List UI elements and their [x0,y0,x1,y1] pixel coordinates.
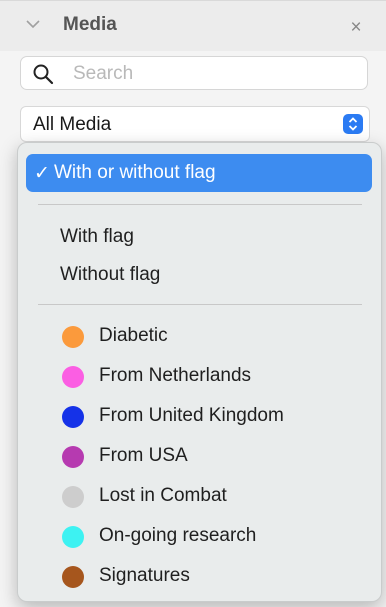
tag-color-dot [62,486,84,508]
menu-item-tag-from-usa[interactable]: From USA [26,437,372,475]
tag-color-dot [62,406,84,428]
search-input[interactable] [71,61,355,87]
panel-title: Media [63,14,117,35]
menu-item-tag-from-netherlands[interactable]: From Netherlands [26,357,372,395]
menu-item-with-or-without-flag[interactable]: ✓ With or without flag [26,154,372,192]
menu-item-label: On-going research [99,525,257,546]
tag-color-dot [62,526,84,548]
menu-item-tag-diabetic[interactable]: Diabetic [26,317,372,355]
menu-item-label: Without flag [60,264,161,285]
menu-item-without-flag[interactable]: Without flag [26,256,372,294]
menu-item-tag-on-going-research[interactable]: On-going research [26,517,372,555]
menu-item-label: With flag [60,226,134,247]
search-icon [33,64,54,85]
menu-item-label: From Netherlands [99,365,252,386]
filter-dropdown-menu: ✓ With or without flag With flag Without… [17,142,382,602]
tag-color-dot [62,446,84,468]
tag-color-dot [62,566,84,588]
menu-item-with-flag[interactable]: With flag [26,218,372,256]
menu-item-tag-signatures[interactable]: Signatures [26,557,372,595]
close-icon[interactable]: × [345,17,367,39]
search-box[interactable] [20,56,368,90]
menu-item-tag-lost-in-combat[interactable]: Lost in Combat [26,477,372,515]
menu-item-label: Lost in Combat [99,485,227,506]
chevron-down-icon[interactable] [24,15,42,33]
menu-separator [38,204,362,205]
panel-header: Media × [0,0,386,51]
menu-separator [38,304,362,305]
menu-item-tag-from-united-kingdom[interactable]: From United Kingdom [26,397,372,435]
menu-item-label: From United Kingdom [99,405,284,426]
tag-color-dot [62,366,84,388]
menu-item-label: Signatures [99,565,190,586]
media-filter-select[interactable]: All Media [20,106,370,142]
tag-color-dot [62,326,84,348]
checkmark-icon: ✓ [34,163,50,184]
select-arrow-icon [343,114,363,134]
menu-item-label: From USA [99,445,188,466]
menu-item-label: Diabetic [99,325,168,346]
select-value: All Media [33,114,112,135]
media-panel: Media × All Media ✓ With or without flag… [0,0,386,607]
menu-item-label: With or without flag [54,162,216,183]
